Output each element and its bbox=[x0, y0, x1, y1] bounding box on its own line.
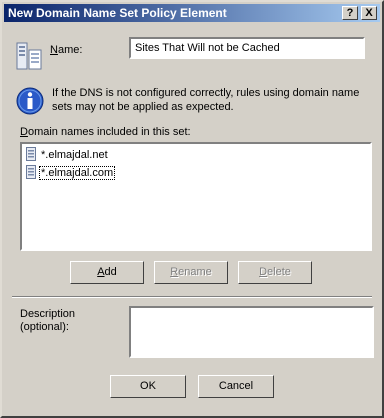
info-text-line1: If the DNS is not configured correctly, … bbox=[52, 87, 360, 99]
name-input[interactable]: Sites That Will not be Cached bbox=[129, 37, 365, 59]
cancel-button[interactable]: Cancel bbox=[198, 375, 274, 398]
info-icon bbox=[15, 86, 45, 119]
domain-icon bbox=[26, 164, 36, 182]
list-item[interactable]: *.elmajdal.net bbox=[26, 146, 109, 164]
rename-button[interactable]: Rename bbox=[154, 261, 228, 284]
domain-entry-text: *.elmajdal.net bbox=[41, 149, 108, 161]
description-label-line2: (optional): bbox=[20, 321, 69, 333]
ok-button[interactable]: OK bbox=[110, 375, 186, 398]
list-item[interactable]: *.elmajdal.com bbox=[26, 164, 116, 182]
dialog-window: New Domain Name Set Policy Element ? X N… bbox=[0, 0, 384, 418]
title-bar[interactable]: New Domain Name Set Policy Element ? X bbox=[4, 4, 380, 22]
description-label-line1: Description bbox=[20, 308, 76, 320]
add-button[interactable]: Add bbox=[70, 261, 144, 284]
help-button[interactable]: ? bbox=[342, 6, 358, 20]
description-textarea[interactable] bbox=[129, 306, 374, 358]
close-button[interactable]: X bbox=[361, 6, 377, 20]
name-input-value: Sites That Will not be Cached bbox=[135, 42, 280, 54]
info-text-line2: sets may not be applied as expected. bbox=[52, 101, 234, 113]
delete-button[interactable]: Delete bbox=[238, 261, 312, 284]
separator bbox=[12, 296, 372, 298]
domain-list-label: Domain names included in this set: bbox=[20, 126, 191, 138]
domain-set-icon bbox=[16, 40, 42, 75]
name-label: Name: bbox=[50, 44, 83, 56]
domain-entry-text: *.elmajdal.com bbox=[38, 166, 116, 180]
domain-icon bbox=[26, 146, 36, 164]
domain-names-list[interactable]: *.elmajdal.net *.elmajdal.com bbox=[20, 142, 372, 251]
window-title: New Domain Name Set Policy Element bbox=[8, 6, 227, 20]
